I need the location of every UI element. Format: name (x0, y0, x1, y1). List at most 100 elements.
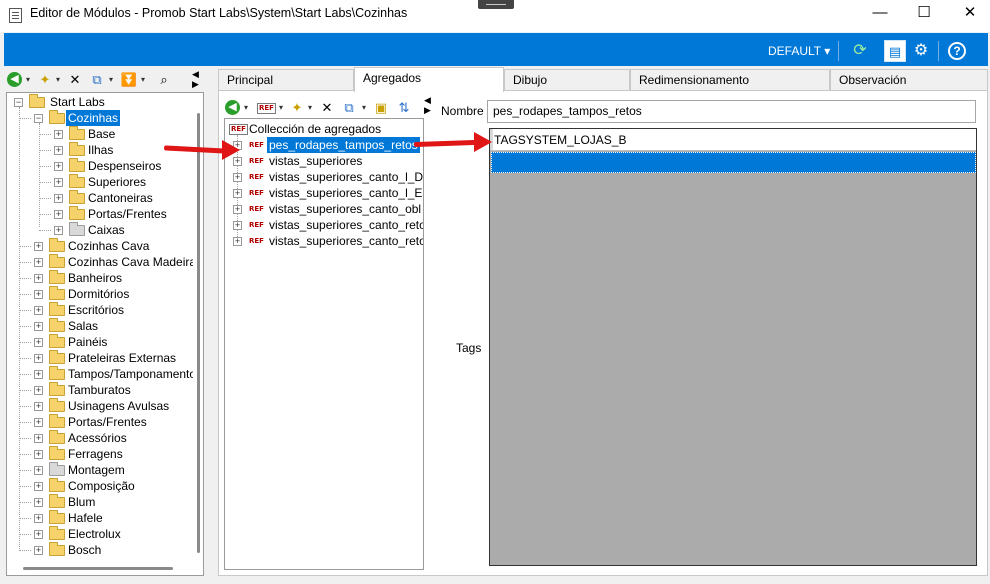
tree-item[interactable]: + Composição (7, 478, 193, 494)
tree-item[interactable]: + Blum (7, 494, 193, 510)
binoculars-icon[interactable]: ⌕ (154, 70, 174, 90)
expand-icon[interactable]: + (34, 514, 43, 523)
expand-icon[interactable]: + (233, 237, 242, 246)
delete-icon[interactable]: ✕ (66, 70, 84, 90)
copy-icon[interactable]: ⧉ (340, 98, 358, 118)
panel-collapse-icon[interactable]: ◀ ▶ (424, 95, 431, 115)
delete-icon[interactable]: ✕ (318, 98, 336, 118)
back-icon[interactable]: ◀ (225, 100, 240, 115)
aggregate-item[interactable]: + REF pes_rodapes_tampos_retos (225, 137, 423, 153)
aggregate-item[interactable]: + REF vistas_superiores_canto_l_Dir (225, 169, 423, 185)
aggregates-tree[interactable]: REF Collección de agregados + REF pes_rodape… (224, 118, 424, 570)
expand-icon[interactable]: + (54, 194, 63, 203)
expand-icon[interactable]: + (233, 173, 242, 182)
tree-item[interactable]: + Caixas (7, 222, 193, 238)
tree-item[interactable]: − Cozinhas (7, 110, 193, 126)
expand-icon[interactable]: + (34, 242, 43, 251)
aggregate-item[interactable]: + REF vistas_superiores (225, 153, 423, 169)
tree-item[interactable]: + Salas (7, 318, 193, 334)
tree-item[interactable]: + Portas/Frentes (7, 206, 193, 222)
layout-icon[interactable]: ▤ (884, 40, 906, 62)
scroll-thumb[interactable] (23, 567, 173, 570)
snap-grip[interactable] (478, 0, 514, 9)
expand-icon[interactable]: + (34, 322, 43, 331)
tree-item[interactable]: + Ferragens (7, 446, 193, 462)
expand-icon[interactable]: + (54, 210, 63, 219)
collapse-icon[interactable]: − (14, 98, 23, 107)
expand-icon[interactable]: + (34, 498, 43, 507)
expand-icon[interactable]: + (34, 466, 43, 475)
expand-icon[interactable]: + (34, 450, 43, 459)
copy-icon[interactable]: ⧉ (88, 70, 106, 90)
tree-item[interactable]: + Banheiros (7, 270, 193, 286)
expand-icon[interactable]: + (34, 274, 43, 283)
nombre-input[interactable]: pes_rodapes_tampos_retos (487, 100, 976, 123)
expand-icon[interactable]: + (54, 226, 63, 235)
tree-item[interactable]: + Prateleiras Externas (7, 350, 193, 366)
scroll-thumb[interactable] (197, 113, 200, 553)
expand-icon[interactable]: + (54, 146, 63, 155)
sort-icon[interactable]: ⇅ (395, 98, 413, 118)
copy-dropdown-icon[interactable]: ▾ (362, 103, 366, 112)
close-button[interactable]: ✕ (947, 0, 990, 28)
module-tree[interactable]: − Start Labs − Cozinhas + Base + Ilhas + Despense… (6, 92, 204, 576)
profile-dropdown[interactable]: DEFAULT ▾ (768, 44, 830, 58)
expand-icon[interactable]: + (34, 402, 43, 411)
new-dropdown-icon[interactable]: ▾ (308, 103, 312, 112)
tree-item[interactable]: + Montagem (7, 462, 193, 478)
back-dropdown-icon[interactable]: ▾ (26, 75, 30, 84)
reference-icon[interactable]: REF (257, 103, 276, 114)
tree-item[interactable]: + Painéis (7, 334, 193, 350)
tree-horizontal-scrollbar[interactable] (7, 561, 193, 575)
expand-icon[interactable]: + (34, 290, 43, 299)
aggregate-item[interactable]: + REF vistas_superiores_canto_obl (225, 201, 423, 217)
maximize-button[interactable]: ☐ (901, 0, 947, 28)
expand-icon[interactable]: + (34, 370, 43, 379)
expand-icon[interactable]: + (34, 418, 43, 427)
tag-row[interactable]: TAGSYSTEM_LOJAS_B (490, 129, 976, 151)
tree-item[interactable]: + Electrolux (7, 526, 193, 542)
back-icon[interactable]: ◀ (7, 72, 22, 87)
expand-icon[interactable]: + (34, 530, 43, 539)
tab-principal[interactable]: Principal (218, 69, 354, 90)
new-dropdown-icon[interactable]: ▾ (56, 75, 60, 84)
tree-item[interactable]: + Tamburatos (7, 382, 193, 398)
minimize-button[interactable]: — (857, 0, 903, 28)
new-item-icon[interactable]: ✦ (288, 98, 306, 118)
tree-item[interactable]: + Cantoneiras (7, 190, 193, 206)
aggregate-item[interactable]: + REF vistas_superiores_canto_l_Esq (225, 185, 423, 201)
back-dropdown-icon[interactable]: ▾ (244, 103, 248, 112)
tree-item[interactable]: + Dormitórios (7, 286, 193, 302)
tree-item[interactable]: + Bosch (7, 542, 193, 558)
expand-icon[interactable]: + (34, 386, 43, 395)
expand-icon[interactable]: + (233, 189, 242, 198)
tree-item[interactable]: + Cozinhas Cava (7, 238, 193, 254)
tree-item[interactable]: + Usinagens Avulsas (7, 398, 193, 414)
folder-add-icon[interactable]: ▣ (372, 98, 390, 118)
collapse-icon[interactable]: − (34, 114, 43, 123)
new-item-icon[interactable]: ✦ (36, 70, 54, 90)
tree-item[interactable]: + Portas/Frentes (7, 414, 193, 430)
tree-item[interactable]: + Tampos/Tamponamento (7, 366, 196, 382)
tree-item[interactable]: + Cozinhas Cava Madeira (7, 254, 196, 270)
tab-observacion[interactable]: Observación (830, 69, 988, 90)
expand-icon[interactable]: + (233, 221, 242, 230)
help-icon[interactable]: ? (948, 42, 966, 60)
aggregate-item[interactable]: + REF vistas_superiores_canto_reto_d (225, 217, 423, 233)
expand-icon[interactable]: + (34, 338, 43, 347)
expand-icon[interactable]: + (54, 178, 63, 187)
move-dropdown-icon[interactable]: ▾ (141, 75, 145, 84)
refresh-icon[interactable]: ⟳ (849, 40, 871, 62)
expand-icon[interactable]: + (34, 434, 43, 443)
expand-icon[interactable]: + (34, 482, 43, 491)
tags-grid[interactable]: TAGSYSTEM_LOJAS_B (489, 128, 977, 566)
expand-icon[interactable]: + (54, 162, 63, 171)
panel-collapse-icon[interactable]: ◀ ▶ (192, 69, 199, 89)
tree-item[interactable]: + Acessórios (7, 430, 193, 446)
expand-icon[interactable]: + (34, 306, 43, 315)
tree-item[interactable]: + Superiores (7, 174, 193, 190)
settings-icon[interactable]: ⚙ (910, 40, 932, 62)
tab-redimensionamento[interactable]: Redimensionamento (630, 69, 830, 90)
tab-dibujo[interactable]: Dibujo (504, 69, 630, 90)
expand-icon[interactable]: + (34, 546, 43, 555)
